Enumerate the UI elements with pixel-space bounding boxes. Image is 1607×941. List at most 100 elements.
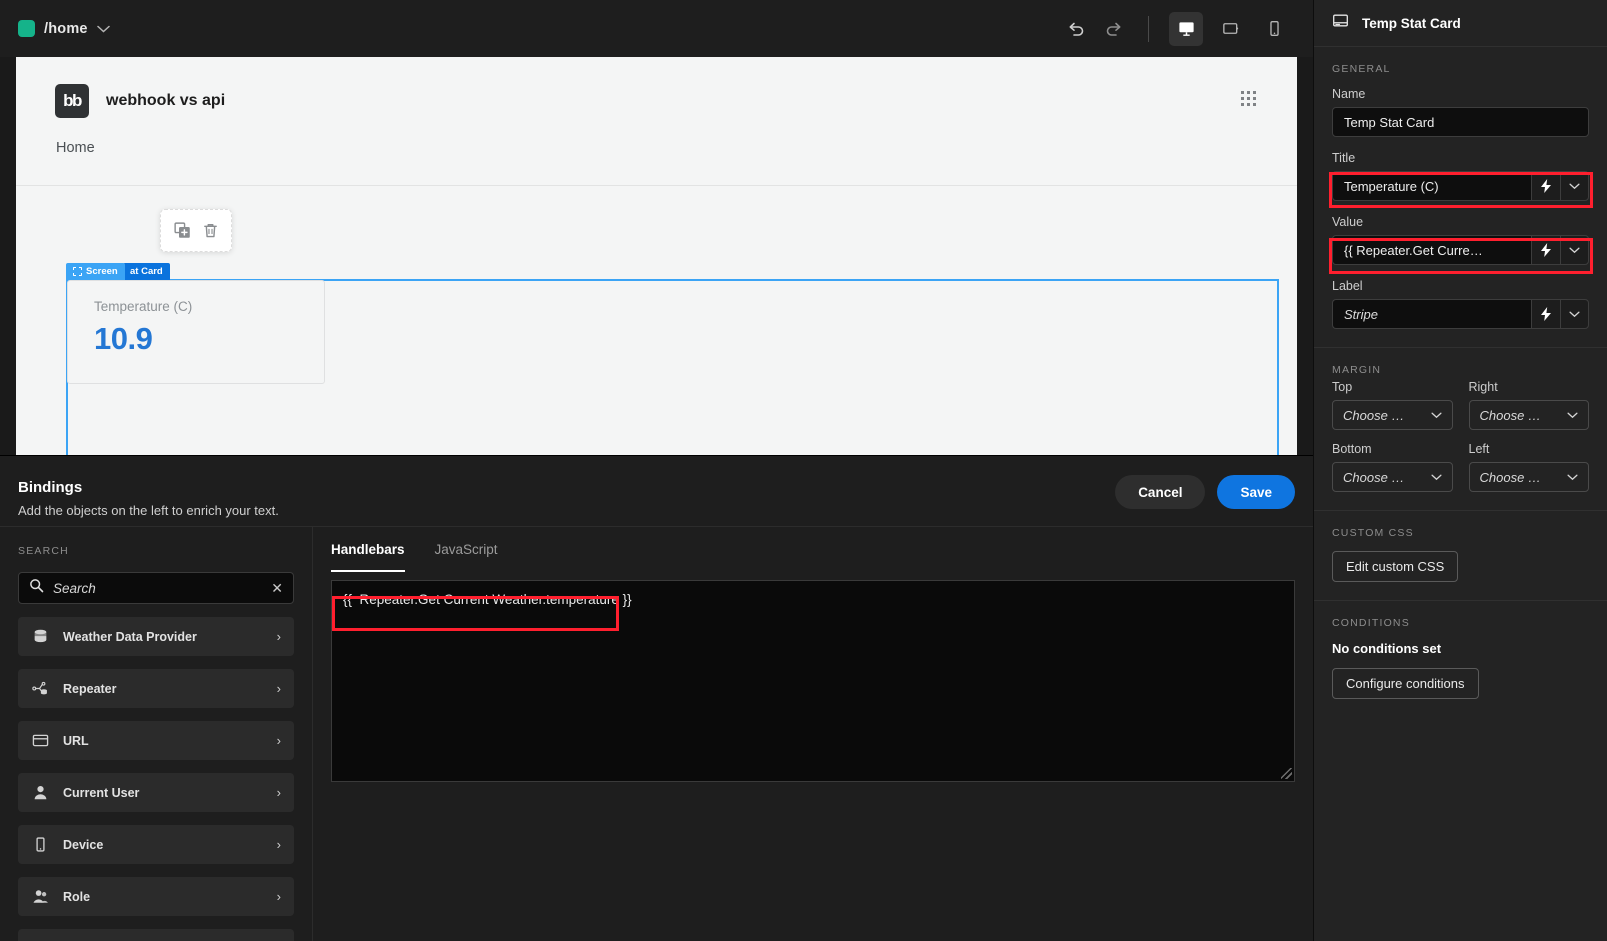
title-field-group: Temperature (C) [1332,171,1589,201]
chevron-right-icon: › [276,889,281,904]
toolbar-divider [1148,15,1149,42]
bindings-source-list: SEARCH ✕ [0,526,313,941]
binding-item-label: Role [63,889,91,904]
chevron-down-icon [1430,474,1442,480]
screen-dashed-icon [73,267,82,276]
custom-css-section-label: CUSTOM CSS [1332,527,1414,539]
binding-item-url[interactable]: URL › [18,721,294,760]
redo-button[interactable] [1096,11,1132,47]
margin-top-value: Choose … [1343,407,1405,423]
undo-icon [1069,22,1084,36]
value-field-label: Value [1332,215,1364,229]
duplicate-button[interactable] [173,222,191,239]
route-label: /home [44,20,88,37]
margin-right-select[interactable]: Choose … [1468,400,1589,430]
margin-bottom-label: Bottom [1332,442,1372,456]
label-dropdown-button[interactable] [1560,299,1589,329]
binding-item-role[interactable]: Role › [18,877,294,916]
margin-section: MARGIN Top Choose … Right Choose … Botto… [1314,348,1607,511]
margin-right-label: Right [1468,380,1498,394]
device-tablet-button[interactable] [1213,12,1247,46]
tablet-icon [1222,23,1238,34]
duplicate-icon [173,222,190,238]
label-binding-button[interactable] [1531,299,1560,329]
canvas-area: bb webhook vs api Home at Card Screen Te… [0,57,1313,455]
label-field-group: Stripe [1332,299,1589,329]
save-button[interactable]: Save [1217,475,1295,509]
chevron-down-icon [1569,247,1580,253]
chevron-down-icon [1567,412,1578,418]
name-input[interactable]: Temp Stat Card [1332,107,1589,137]
binding-code-editor[interactable]: {{ Repeater.Get Current Weather.temperat… [331,580,1295,782]
value-binding-button[interactable] [1531,235,1560,265]
clear-search-icon[interactable]: ✕ [271,581,283,595]
value-dropdown-button[interactable] [1560,235,1589,265]
custom-css-section: CUSTOM CSS Edit custom CSS [1314,511,1607,601]
chevron-down-icon [96,23,110,35]
configure-conditions-button[interactable]: Configure conditions [1332,668,1479,699]
binding-item-repeater[interactable]: Repeater › [18,669,294,708]
binding-item-label: Repeater [63,681,117,696]
mobile-device-icon [31,836,49,853]
binding-item-device[interactable]: Device › [18,825,294,864]
chevron-right-icon: › [276,733,281,748]
margin-top-group: Top Choose … [1332,380,1453,430]
badge-stat-card[interactable]: at Card [123,263,170,280]
bindings-editor-pane: Handlebars JavaScript {{ Repeater.Get Cu… [313,526,1313,941]
top-toolbar: /home [0,0,1313,57]
device-mobile-button[interactable] [1257,12,1291,46]
tab-javascript[interactable]: JavaScript [435,527,498,572]
stat-card-component[interactable]: Temperature (C) 10.9 [67,280,325,384]
trash-icon [203,224,217,238]
lightning-icon [1541,179,1551,193]
badge-screen-label: Screen [86,266,118,277]
binding-item-label: Current User [63,785,140,800]
label-input[interactable]: Stripe [1332,299,1531,329]
title-input[interactable]: Temperature (C) [1332,171,1531,201]
route-selector[interactable]: /home [18,20,110,37]
cancel-button[interactable]: Cancel [1115,475,1206,509]
search-icon [29,578,44,598]
binding-item-partial[interactable] [18,929,294,941]
mobile-icon [1269,20,1279,37]
title-dropdown-button[interactable] [1560,171,1589,201]
toolbar-right-group [1058,11,1313,47]
search-field[interactable]: ✕ [18,572,294,604]
undo-button[interactable] [1058,11,1094,47]
margin-bottom-value: Choose … [1343,469,1405,485]
chevron-right-icon: › [276,629,281,644]
margin-top-select[interactable]: Choose … [1332,400,1453,430]
title-binding-button[interactable] [1531,171,1560,201]
nav-item-home[interactable]: Home [56,140,95,156]
margin-bottom-select[interactable]: Choose … [1332,462,1453,492]
no-conditions-text: No conditions set [1332,641,1442,656]
badge-screen[interactable]: Screen [66,263,125,280]
settings-panel-header: Temp Stat Card [1314,0,1607,47]
search-input[interactable] [53,580,263,596]
delete-button[interactable] [202,222,219,239]
margin-right-value: Choose … [1479,407,1541,423]
search-section-label: SEARCH [18,545,69,557]
tab-handlebars[interactable]: Handlebars [331,527,405,572]
redo-icon [1106,22,1121,36]
chevron-down-icon [1569,311,1580,317]
app-menu-button[interactable] [1241,90,1297,112]
binding-item-label: Weather Data Provider [63,629,197,644]
value-input[interactable]: {{ Repeater.Get Curre… [1332,235,1531,265]
app-preview-frame[interactable]: bb webhook vs api Home at Card Screen Te… [16,57,1297,455]
binding-item-current-user[interactable]: Current User › [18,773,294,812]
bindings-body: SEARCH ✕ [0,526,1313,941]
conditions-section: CONDITIONS No conditions set Configure c… [1314,601,1607,717]
stat-card-value: 10.9 [94,321,153,356]
route-status-dot [18,20,35,37]
edit-custom-css-button[interactable]: Edit custom CSS [1332,551,1459,582]
device-desktop-button[interactable] [1169,11,1203,46]
binding-item-label: URL [63,733,89,748]
general-section: GENERAL Name Temp Stat Card Title Temper… [1314,47,1607,348]
users-group-icon [31,888,49,905]
editor-resize-handle[interactable] [1281,768,1292,779]
margin-section-label: MARGIN [1332,364,1382,376]
margin-left-select[interactable]: Choose … [1468,462,1589,492]
binding-item-weather-data-provider[interactable]: Weather Data Provider › [18,617,294,656]
binding-code-text: {{ Repeater.Get Current Weather.temperat… [343,592,632,607]
